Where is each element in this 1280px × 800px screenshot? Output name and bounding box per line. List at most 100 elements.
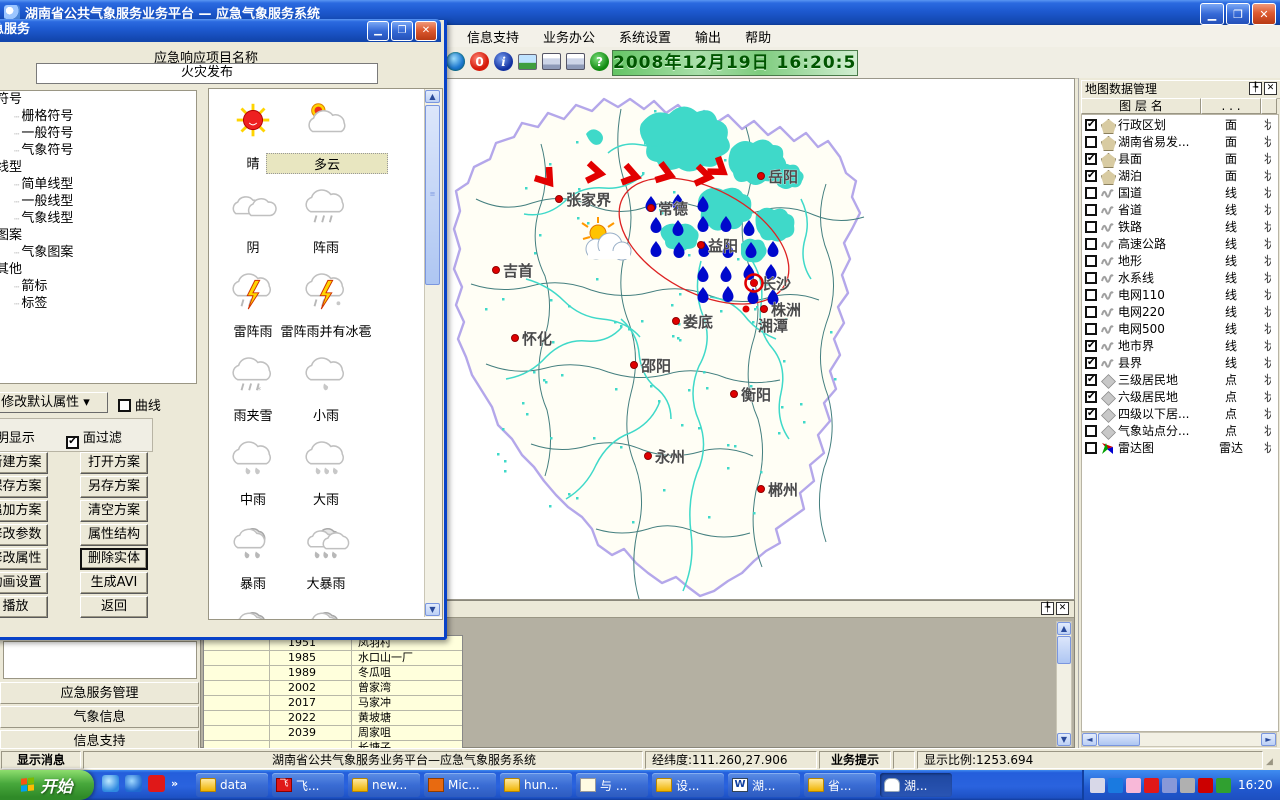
layer-checkbox[interactable] [1085,221,1097,233]
station-table[interactable]: 1951凤羽村1985水口山一厂1989冬瓜咀2002曾家湾2017马家冲202… [203,635,463,749]
menu-item-输出[interactable]: 输出 [683,25,733,48]
vertical-scrollbar[interactable]: ▲ ▼ [1056,621,1072,747]
taskbar-button-new...[interactable]: new... [348,773,420,797]
pin-icon[interactable]: ╄ [1041,602,1054,615]
taskbar-button-Mic...[interactable]: Mic... [424,773,496,797]
transparent-checkbox[interactable]: 透明显示 [0,427,35,446]
layer-checkbox[interactable]: ✔ [1085,408,1097,420]
resize-grip[interactable]: ◢ [1266,757,1276,767]
help-icon[interactable]: ? [590,52,609,71]
dialog-button-清空方案[interactable]: 清空方案 [80,500,148,522]
weather-symbol-小雨-icon[interactable] [302,351,350,393]
antivirus-icon[interactable] [1198,778,1213,793]
layer-checkbox[interactable] [1085,204,1097,216]
weather-symbol-list[interactable]: 晴多云阴阵雨雷阵雨雷阵雨并有冰雹*雨夹雪小雨中雨大雨暴雨大暴雨 ▲ ≡ ▼ [208,88,443,620]
restore-button[interactable]: ❐ [1226,3,1250,25]
switcher-icon[interactable] [1108,778,1123,793]
dialog-button-删除实体[interactable]: 删除实体 [80,548,148,570]
weather-symbol-雨夹雪-icon[interactable]: * [229,351,277,393]
business-tip-tab[interactable]: 业务提示 [819,751,891,769]
tree-node-箭标[interactable]: ┄箭标 [0,278,196,295]
map-canvas[interactable]: 张家界岳阳常德益阳长沙株洲湘潭娄底吉首怀化邵阳衡阳永州郴州 [445,78,1075,600]
checkbox-icon[interactable] [118,399,131,412]
red-app-icon[interactable] [148,775,165,792]
table-row[interactable]: 2002曾家湾 [204,681,462,696]
layer-checkbox[interactable]: ✔ [1085,391,1097,403]
restore-button[interactable]: ❐ [391,21,413,41]
nav-bar-应急服务管理[interactable]: 应急服务管理 [0,682,199,704]
dialog-button-另存方案[interactable]: 另存方案 [80,476,148,498]
taskbar-button-hun...[interactable]: hun... [500,773,572,797]
tree-node-一般符号[interactable]: ┄一般符号 [0,125,196,142]
menu-item-业务办公[interactable]: 业务办公 [531,25,607,48]
weather-symbol-雷阵雨并有冰雹-icon[interactable] [302,267,350,309]
column-header-dots[interactable]: . . . [1201,98,1261,114]
table-row[interactable]: 2022黄坡塘 [204,711,462,726]
layer-checkbox[interactable] [1085,136,1097,148]
taskbar-button-设...[interactable]: 设... [652,773,724,797]
dialog-button-返回[interactable]: 返回 [80,596,148,618]
modify-default-attr-dropdown[interactable]: 修改默认属性 ▾ [0,392,108,413]
tree-node-符号[interactable]: 符号 [0,91,196,108]
column-header-layer-name[interactable]: 图 层 名 [1081,98,1201,114]
curve-checkbox[interactable]: 曲线 [118,395,161,414]
device-icon[interactable] [1180,778,1195,793]
messenger-red-icon[interactable] [1144,778,1159,793]
tree-node-气象线型[interactable]: ┄气象线型 [0,210,196,227]
taskbar-button-data[interactable]: data [196,773,268,797]
layer-checkbox[interactable]: ✔ [1085,374,1097,386]
dialog-button-播放[interactable]: 播放 [0,596,48,618]
overflow-chevron-icon[interactable]: » [171,777,178,790]
menu-item-信息支持[interactable]: 信息支持 [455,25,531,48]
layer-checkbox[interactable] [1085,289,1097,301]
table-row[interactable]: 2039周家咀 [204,726,462,741]
monitor-icon[interactable] [1216,778,1231,793]
scroll-left-icon[interactable]: ◄ [1082,733,1097,746]
dialog-button-保存方案[interactable]: 保存方案 [0,476,48,498]
scroll-thumb[interactable] [1098,733,1140,746]
layer-checkbox[interactable]: ✔ [1085,357,1097,369]
tree-node-图案[interactable]: 图案 [0,227,196,244]
taskbar-button-与 ...[interactable]: 与 ... [576,773,648,797]
print-icon[interactable] [542,53,561,70]
info-icon[interactable]: i [494,52,513,71]
vertical-scrollbar[interactable]: ▲ ≡ ▼ [424,89,442,617]
layer-checkbox[interactable] [1085,187,1097,199]
layer-checkbox[interactable] [1085,425,1097,437]
tree-node-栅格符号[interactable]: ┄栅格符号 [0,108,196,125]
layer-checkbox[interactable]: ✔ [1085,340,1097,352]
layer-checkbox[interactable]: ✔ [1085,170,1097,182]
table-row[interactable]: 1989冬瓜咀 [204,666,462,681]
tree-node-标签[interactable]: ┄标签 [0,295,196,312]
layer-checkbox[interactable] [1085,442,1097,454]
tree-node-一般线型[interactable]: ┄一般线型 [0,193,196,210]
taskbar-button-省...[interactable]: 省... [804,773,876,797]
keyboard-icon[interactable] [1090,778,1105,793]
layer-checkbox[interactable] [1085,306,1097,318]
tree-node-气象符号[interactable]: ┄气象符号 [0,142,196,159]
minimize-button[interactable]: ▁ [367,21,389,41]
column-header-extra[interactable] [1261,98,1277,114]
message-tab[interactable]: 显示消息 [1,751,81,769]
weather-symbol-大雨-icon[interactable] [302,435,350,477]
taskbar-button-湖...[interactable]: W湖... [728,773,800,797]
stop-icon[interactable]: 0 [470,52,489,71]
scroll-down-icon[interactable]: ▼ [425,603,440,616]
dialog-titlebar[interactable]: 应急服务 ▁ ❐ ✕ [0,19,441,42]
nav-bar-气象信息[interactable]: 气象信息 [0,706,199,728]
image-icon[interactable] [518,54,537,70]
layer-checkbox[interactable]: ✔ [1085,153,1097,165]
taskbar-button-湖...[interactable]: 湖... [880,773,952,797]
dialog-button-打开方案[interactable]: 打开方案 [80,452,148,474]
face-filter-checkbox[interactable]: ✔ 面过滤 [66,427,122,449]
dialog-button-生成AVI[interactable]: 生成AVI [80,572,148,594]
ie-icon[interactable] [125,775,142,792]
scroll-thumb[interactable] [1057,636,1071,664]
dialog-button-追加方案[interactable]: 追加方案 [0,500,48,522]
taskbar-button-飞...[interactable]: 飞飞... [272,773,344,797]
start-button[interactable]: 开始 [0,770,94,800]
tree-node-线型[interactable]: 线型 [0,159,196,176]
print-preview-icon[interactable] [566,53,585,70]
close-icon[interactable]: ✕ [1056,602,1069,615]
scroll-right-icon[interactable]: ► [1261,733,1276,746]
